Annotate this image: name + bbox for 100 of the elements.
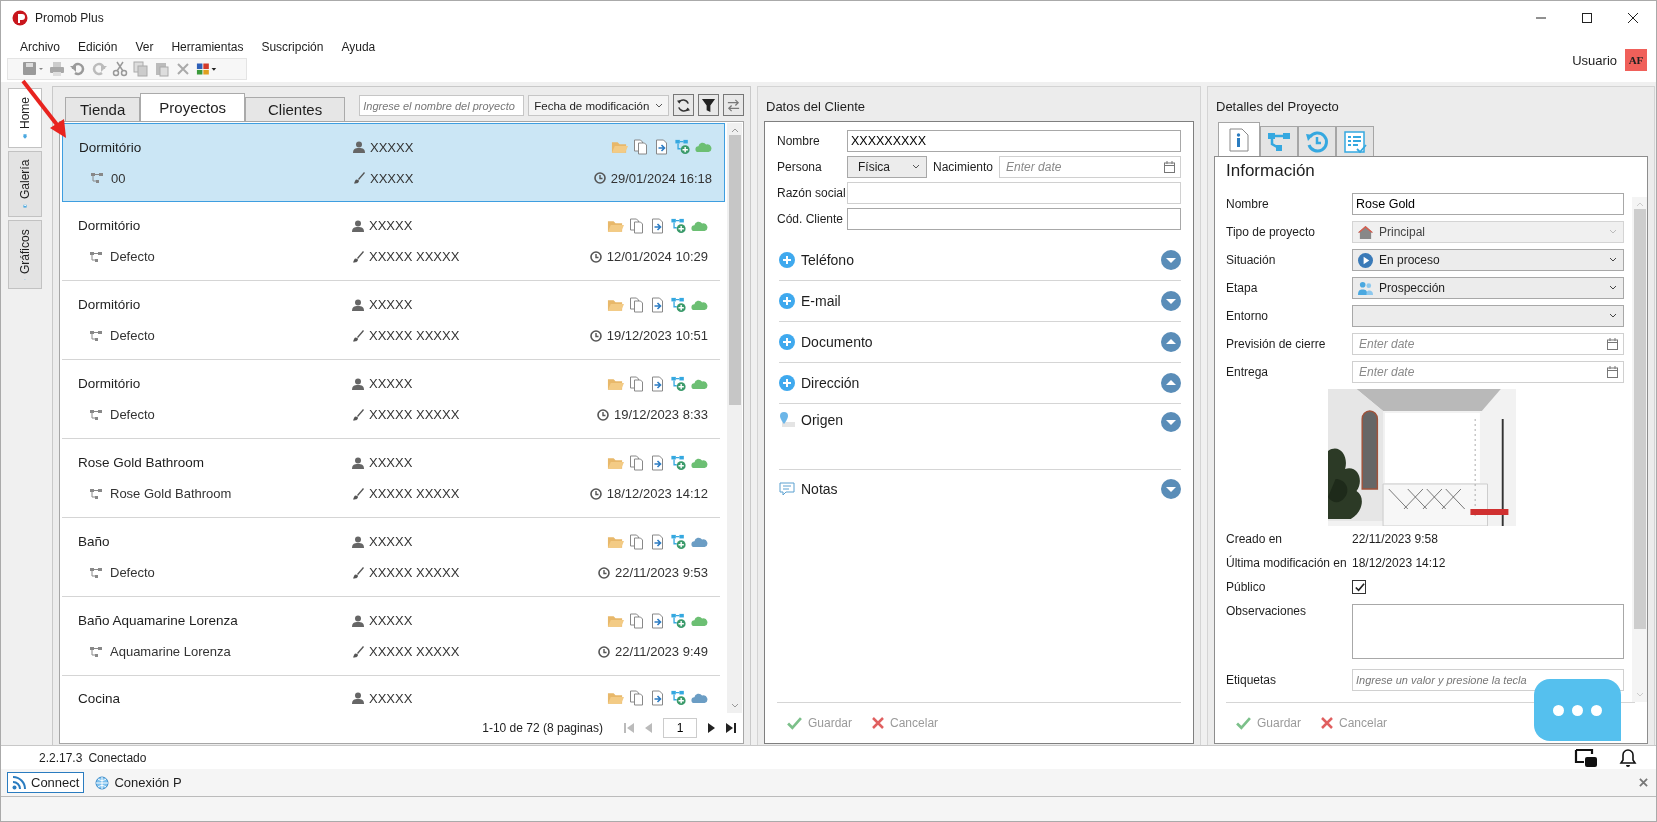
previous-page-icon[interactable] [643, 722, 655, 734]
first-page-icon[interactable] [623, 722, 635, 734]
save-icon[interactable] [22, 61, 44, 77]
delete-icon[interactable] [175, 61, 191, 77]
menu-item[interactable]: Ver [126, 38, 163, 56]
add-version-icon[interactable] [670, 296, 687, 313]
add-version-icon[interactable] [670, 375, 687, 392]
refresh-button[interactable] [672, 94, 694, 116]
export-icon[interactable] [649, 690, 666, 706]
scroll-up-icon[interactable] [1635, 201, 1644, 207]
expand-button[interactable] [1161, 479, 1181, 499]
person-type-dropdown[interactable]: Física [847, 156, 927, 178]
copy-icon[interactable] [628, 375, 645, 392]
export-icon[interactable] [649, 217, 666, 234]
tab[interactable]: Clientes [245, 97, 346, 121]
color-palette-icon[interactable] [196, 61, 218, 77]
project-row[interactable]: Baño Aquamarine Lorenza XXXXX Aquamarine Lorenza XXXXX XXXXX 22/11/2023 9:49 [62, 597, 720, 676]
connection-tab[interactable]: Connect [7, 772, 85, 793]
export-icon[interactable] [649, 454, 666, 471]
date-field[interactable]: Enter date [1352, 361, 1624, 383]
scrollbar[interactable] [1632, 197, 1647, 702]
paste-icon[interactable] [154, 61, 170, 77]
menu-item[interactable]: Archivo [11, 38, 69, 56]
side-tab[interactable]: Galería [8, 151, 42, 217]
next-page-icon[interactable] [705, 722, 717, 734]
add-version-icon[interactable] [670, 454, 687, 471]
project-row[interactable]: Dormitório XXXXX Defecto XXXXX XXXXX 12/01/2024 10:29 [62, 202, 720, 281]
dropdown[interactable] [1352, 305, 1624, 327]
name-field[interactable]: XXXXXXXXX [847, 130, 1181, 152]
tree-tab[interactable] [1260, 126, 1298, 156]
print-icon[interactable] [49, 61, 65, 77]
search-field[interactable]: Ingrese el nombre del proyecto [359, 95, 525, 116]
add-icon[interactable] [779, 334, 795, 350]
project-row[interactable]: Rose Gold Bathroom XXXXX Rose Gold Bathroom XXXXX XXXXX 18/12/2023 14:12 [62, 439, 720, 518]
menu-item[interactable]: Herramientas [162, 38, 253, 56]
tab[interactable]: Proyectos [140, 93, 245, 121]
side-tab[interactable]: Home [8, 88, 42, 148]
copy-icon[interactable] [628, 296, 645, 313]
project-row[interactable]: Dormitório XXXXX Defecto XXXXX XXXXX 19/12/2023 10:51 [62, 281, 720, 360]
copy-icon[interactable] [628, 533, 645, 550]
scrollbar[interactable] [727, 123, 742, 713]
project-row[interactable]: Dormitório XXXXX Defecto XXXXX XXXXX 19/12/2023 8:33 [62, 360, 720, 439]
page-number-field[interactable]: 1 [663, 718, 697, 738]
copy-icon[interactable] [628, 690, 645, 706]
client-code-field[interactable] [847, 208, 1181, 230]
add-version-icon[interactable] [670, 217, 687, 234]
menu-item[interactable]: Edición [69, 38, 127, 56]
expand-button[interactable] [1161, 250, 1181, 270]
project-row[interactable]: Dormitório XXXXX 00 XXXXX 29/01/2024 16:18 [62, 123, 725, 202]
birth-date-field[interactable]: Enter date [999, 156, 1181, 178]
add-icon[interactable] [779, 375, 795, 391]
scroll-down-icon[interactable] [1635, 692, 1644, 698]
sort-dropdown[interactable]: Fecha de modificación [528, 95, 669, 116]
scroll-down-icon[interactable] [730, 703, 739, 709]
cut-icon[interactable] [112, 61, 128, 77]
add-version-icon[interactable] [674, 139, 691, 155]
screens-icon[interactable] [1574, 747, 1598, 768]
company-field[interactable] [847, 182, 1181, 204]
dropdown[interactable]: En proceso [1352, 249, 1624, 271]
collapse-button[interactable] [1161, 332, 1181, 352]
add-icon[interactable] [779, 252, 795, 268]
copy-icon[interactable] [628, 217, 645, 234]
connection-tab[interactable]: Conexión P [90, 772, 187, 793]
add-version-icon[interactable] [670, 533, 687, 550]
add-version-icon[interactable] [670, 612, 687, 629]
export-icon[interactable] [649, 375, 666, 392]
expand-button[interactable] [1161, 291, 1181, 311]
scroll-thumb[interactable] [728, 135, 741, 405]
copy-icon[interactable] [628, 454, 645, 471]
user-avatar[interactable]: AF [1625, 49, 1647, 71]
dropdown[interactable]: Prospección [1352, 277, 1624, 299]
copy-icon[interactable] [628, 612, 645, 629]
add-icon[interactable] [779, 293, 795, 309]
close-icon[interactable] [1639, 778, 1648, 787]
notes-field[interactable] [1352, 604, 1624, 659]
checklist-tab[interactable] [1336, 126, 1374, 156]
export-icon[interactable] [649, 296, 666, 313]
text-field[interactable]: Rose Gold [1352, 193, 1624, 215]
expand-button[interactable] [1161, 412, 1181, 432]
date-field[interactable]: Enter date [1352, 333, 1624, 355]
redo-icon[interactable] [91, 61, 107, 77]
last-page-icon[interactable] [725, 722, 737, 734]
collapse-button[interactable] [1161, 373, 1181, 393]
public-checkbox[interactable] [1352, 580, 1366, 594]
info-tab[interactable] [1218, 122, 1260, 156]
export-icon[interactable] [653, 139, 670, 155]
history-tab[interactable] [1298, 126, 1336, 156]
folder-icon[interactable] [611, 139, 628, 155]
side-tab[interactable]: Gráficos [8, 220, 42, 289]
export-icon[interactable] [649, 533, 666, 550]
menu-item[interactable]: Suscripción [252, 38, 333, 56]
tab[interactable]: Tienda [65, 97, 141, 121]
scroll-up-icon[interactable] [730, 127, 739, 133]
add-version-icon[interactable] [670, 690, 687, 706]
export-icon[interactable] [649, 612, 666, 629]
folder-icon[interactable] [607, 690, 624, 706]
undo-icon[interactable] [70, 61, 86, 77]
menu-item[interactable]: Ayuda [332, 38, 385, 56]
scroll-thumb[interactable] [1633, 209, 1646, 629]
project-row[interactable]: Baño XXXXX Defecto XXXXX XXXXX 22/11/2023 9:53 [62, 518, 720, 597]
